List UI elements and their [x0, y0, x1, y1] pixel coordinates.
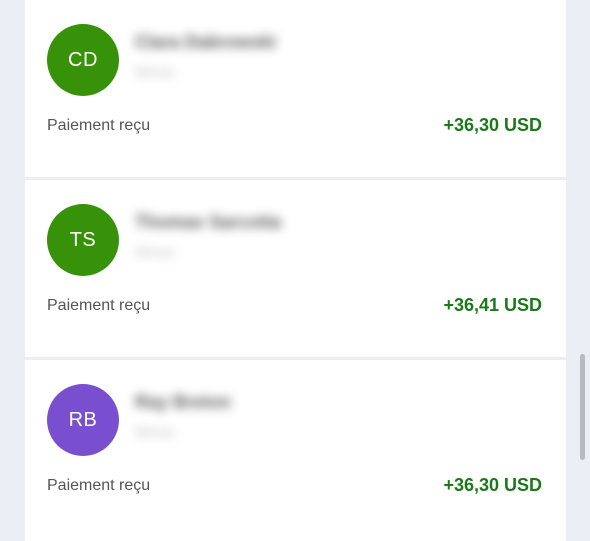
transaction-amount: +36,30 USD [443, 475, 542, 495]
avatar-initials: TS [69, 228, 97, 251]
transactions-screen: CD Clara Dabrowski Minas Paiement reçu +… [0, 0, 590, 541]
transaction-item[interactable]: CD Clara Dabrowski Minas Paiement reçu +… [25, 0, 566, 177]
sender-name: Thomas Sarcotta [135, 212, 282, 232]
sender-subtitle: Minas [135, 424, 176, 441]
avatar: RB [47, 384, 119, 456]
transaction-type: Paiement reçu [47, 477, 151, 494]
transaction-list: CD Clara Dabrowski Minas Paiement reçu +… [25, 0, 566, 541]
sender-name: Ray Breton [135, 392, 232, 412]
transaction-type: Paiement reçu [47, 297, 151, 314]
sender-name: Clara Dabrowski [135, 32, 277, 52]
transaction-type: Paiement reçu [47, 117, 151, 134]
avatar-initials: CD [68, 48, 98, 71]
avatar-initials: RB [68, 408, 98, 431]
avatar: CD [47, 24, 119, 96]
transaction-item[interactable]: TS Thomas Sarcotta Minas Paiement reçu +… [25, 180, 566, 357]
sender-subtitle: Minas [135, 64, 176, 81]
transaction-amount: +36,30 USD [443, 115, 542, 135]
transaction-item[interactable]: RB Ray Breton Minas Paiement reçu +36,30… [25, 360, 566, 541]
transaction-amount: +36,41 USD [443, 295, 542, 315]
scrollbar-thumb[interactable] [580, 354, 585, 460]
sender-subtitle: Minas [135, 244, 176, 261]
avatar: TS [47, 204, 119, 276]
